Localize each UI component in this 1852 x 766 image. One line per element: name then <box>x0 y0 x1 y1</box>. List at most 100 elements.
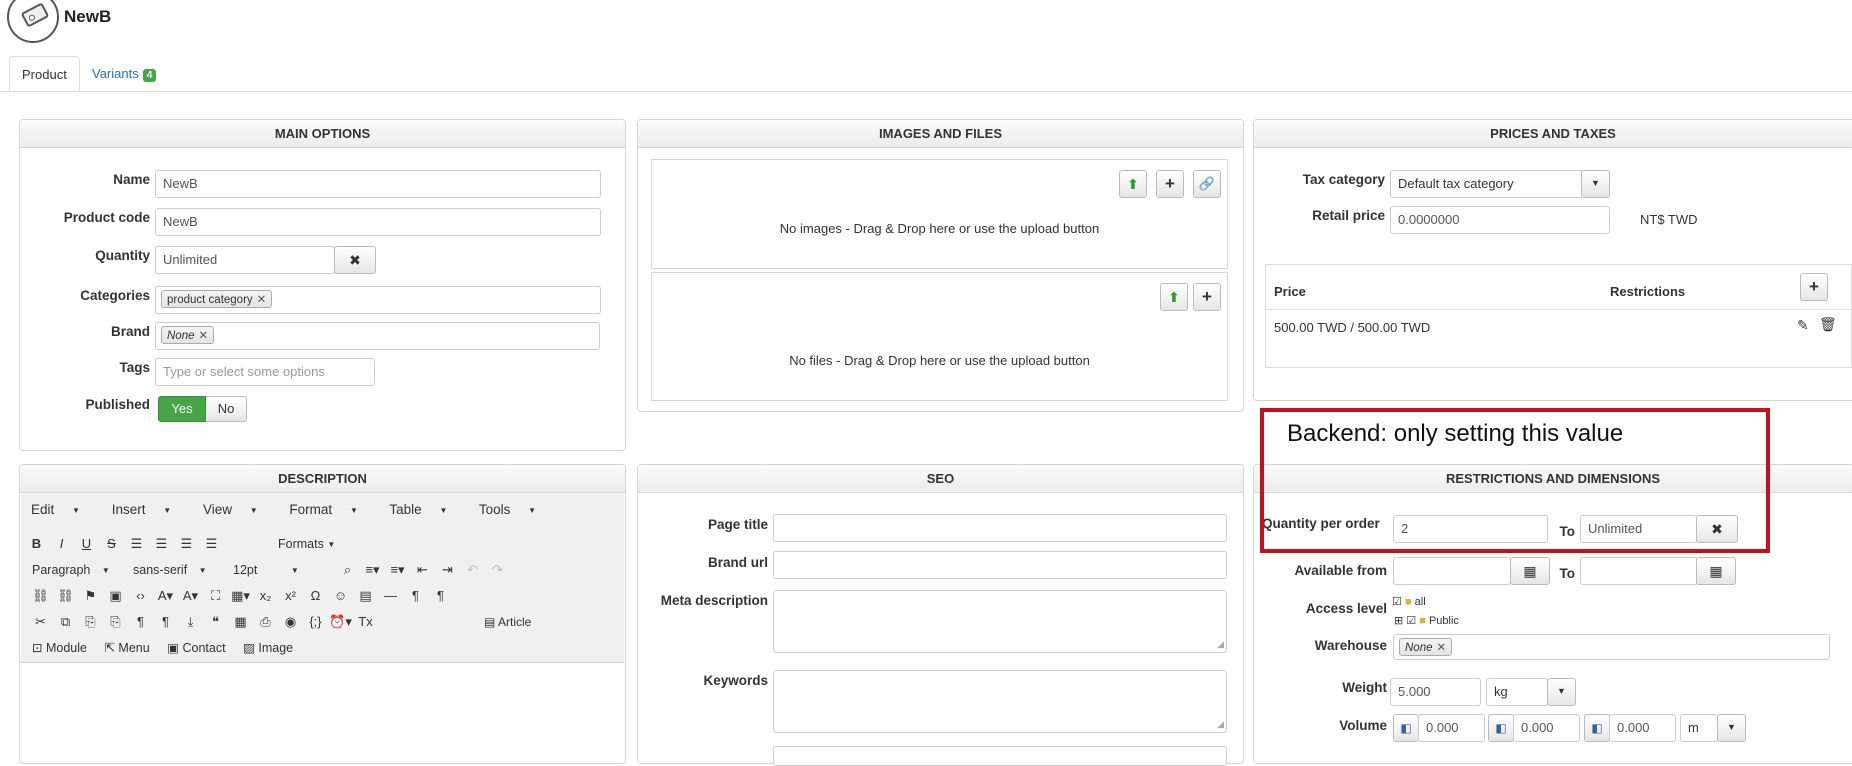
indent-icon[interactable]: ⇥ <box>435 562 460 578</box>
menu-tools[interactable]: Tools ▼ <box>479 502 550 517</box>
subscript-icon[interactable]: x₂ <box>253 588 278 603</box>
published-yes-button[interactable]: Yes <box>158 396 206 422</box>
available-from-input[interactable] <box>1393 557 1511 585</box>
file-add-button[interactable]: + <box>1193 283 1221 311</box>
paragraph-select[interactable]: Paragraph ▼ <box>32 563 110 577</box>
warehouse-chip[interactable]: None ✕ <box>1399 638 1453 656</box>
tax-category-select[interactable]: Default tax category <box>1390 170 1583 198</box>
formats-dropdown[interactable]: Formats ▼ <box>278 537 335 551</box>
print-icon[interactable]: ⎙ <box>253 614 278 630</box>
page-title-input[interactable] <box>773 514 1227 542</box>
files-drop-area[interactable] <box>651 272 1228 401</box>
bg-color-icon[interactable]: A▾ <box>178 588 203 604</box>
align-left-icon[interactable]: ☰ <box>124 536 149 552</box>
paste-icon[interactable]: ⎘ <box>78 614 103 630</box>
text-color-icon[interactable]: A▾ <box>153 588 178 604</box>
unlink-icon[interactable]: ⛓ <box>53 588 78 604</box>
brand-chip[interactable]: None ✕ <box>161 326 215 344</box>
resize-grip-icon[interactable]: ◢ <box>1217 719 1224 730</box>
seo-next-field[interactable] <box>773 746 1227 766</box>
category-chip[interactable]: product category ✕ <box>161 290 273 308</box>
link-icon[interactable]: ⛓ <box>28 588 53 604</box>
find-icon[interactable]: ⌕ <box>335 562 360 578</box>
font-size-select[interactable]: 12pt ▼ <box>233 563 299 577</box>
available-to-input[interactable] <box>1580 557 1698 585</box>
code-icon[interactable]: ‹› <box>128 588 153 603</box>
access-tree-public[interactable]: ⊞ ☑ ■ Public <box>1394 614 1459 627</box>
keywords-textarea[interactable]: ◢ <box>773 670 1227 733</box>
retail-price-input[interactable]: 0.0000000 <box>1390 206 1610 234</box>
numbered-list-icon[interactable]: ≡▾ <box>385 562 410 578</box>
redo-icon[interactable]: ↷ <box>485 562 510 578</box>
resize-grip-icon[interactable]: ◢ <box>1217 639 1224 650</box>
emoticon-icon[interactable]: ☺ <box>328 588 353 603</box>
volume-length-input[interactable]: 0.000 <box>1418 714 1485 742</box>
warehouse-select[interactable]: None ✕ <box>1393 634 1830 660</box>
visual-chars-icon[interactable]: ¶ <box>153 614 178 629</box>
preview-icon[interactable]: ◉ <box>278 614 303 630</box>
align-justify-icon[interactable]: ☰ <box>199 536 224 552</box>
image-icon[interactable]: ▣ <box>103 588 128 604</box>
volume-unit-dropdown[interactable]: ▼ <box>1717 714 1746 742</box>
bullet-list-icon[interactable]: ≡▾ <box>360 562 385 578</box>
align-right-icon[interactable]: ☰ <box>174 536 199 552</box>
volume-unit-select[interactable]: m <box>1680 714 1718 742</box>
checkbox-checked-icon[interactable]: ☑ <box>1406 615 1416 627</box>
trash-icon[interactable]: 🗑 <box>1819 316 1837 333</box>
available-from-calendar-button[interactable]: ▦ <box>1510 557 1550 585</box>
quantity-input[interactable]: Unlimited <box>155 246 335 274</box>
available-to-calendar-button[interactable]: ▦ <box>1696 557 1736 585</box>
clear-format-icon[interactable]: Tx <box>353 614 378 629</box>
template-icon[interactable]: ▦ <box>228 614 253 630</box>
image-upload-button[interactable]: ⬆ <box>1119 170 1147 198</box>
italic-icon[interactable]: I <box>49 536 74 551</box>
add-price-button[interactable]: + <box>1800 273 1828 301</box>
rtl-icon[interactable]: ¶ <box>428 588 453 603</box>
tags-input[interactable]: Type or select some options <box>155 358 375 386</box>
fullscreen-icon[interactable]: ⛶ <box>203 588 228 604</box>
product-code-input[interactable]: NewB <box>155 208 601 236</box>
hr-icon[interactable]: — <box>378 588 403 603</box>
published-no-button[interactable]: No <box>206 396 247 422</box>
brand-select[interactable]: None ✕ <box>155 322 600 350</box>
codesample-icon[interactable]: {;} <box>303 614 328 629</box>
show-blocks-icon[interactable]: ¶ <box>128 614 153 629</box>
meta-description-textarea[interactable]: ◢ <box>773 590 1227 653</box>
font-family-select[interactable]: sans-serif ▼ <box>133 563 207 577</box>
menu-format[interactable]: Format ▼ <box>289 502 371 517</box>
volume-height-input[interactable]: 0.000 <box>1609 714 1676 742</box>
image-add-button[interactable]: + <box>1156 170 1184 198</box>
anchor-icon[interactable]: ⚑ <box>78 588 103 604</box>
chip-remove-icon[interactable]: ✕ <box>1437 642 1447 654</box>
volume-width-input[interactable]: 0.000 <box>1513 714 1580 742</box>
insert-file-icon[interactable]: ⤓ <box>178 614 203 630</box>
access-tree-all[interactable]: ☑ ■ all <box>1392 595 1426 608</box>
quantity-clear-button[interactable]: ✖ <box>334 246 376 274</box>
media-icon[interactable]: ▤ <box>353 588 378 604</box>
tab-product[interactable]: Product <box>9 56 80 92</box>
expand-icon[interactable]: ⊞ <box>1394 615 1403 627</box>
tax-category-dropdown[interactable]: ▼ <box>1581 170 1610 198</box>
outdent-icon[interactable]: ⇤ <box>410 562 435 578</box>
cut-icon[interactable]: ✂ <box>28 614 53 630</box>
categories-select[interactable]: product category ✕ <box>155 286 601 314</box>
chip-remove-icon[interactable]: ✕ <box>257 294 267 306</box>
superscript-icon[interactable]: x² <box>278 588 303 603</box>
weight-unit-select[interactable]: kg <box>1486 678 1548 706</box>
special-char-icon[interactable]: Ω <box>303 588 328 603</box>
bold-icon[interactable]: B <box>24 536 49 551</box>
underline-icon[interactable]: U <box>74 536 99 551</box>
name-input[interactable]: NewB <box>155 170 601 198</box>
editor-content-area[interactable] <box>21 664 624 751</box>
menu-insert[interactable]: Insert ▼ <box>112 502 185 517</box>
blockquote-icon[interactable]: ❝ <box>203 614 228 630</box>
image-button[interactable]: ▨ Image <box>243 641 293 655</box>
weight-input[interactable]: 5.000 <box>1390 678 1481 706</box>
datetime-icon[interactable]: ⏰▾ <box>328 614 353 630</box>
tab-variants[interactable]: Variants 4 <box>80 56 168 92</box>
ltr-icon[interactable]: ¶ <box>403 588 428 603</box>
menu-table[interactable]: Table ▼ <box>389 502 461 517</box>
copy-icon[interactable]: ⧉ <box>53 614 78 630</box>
edit-icon[interactable]: ✎ <box>1797 317 1809 334</box>
table-icon[interactable]: ▦▾ <box>228 588 253 604</box>
